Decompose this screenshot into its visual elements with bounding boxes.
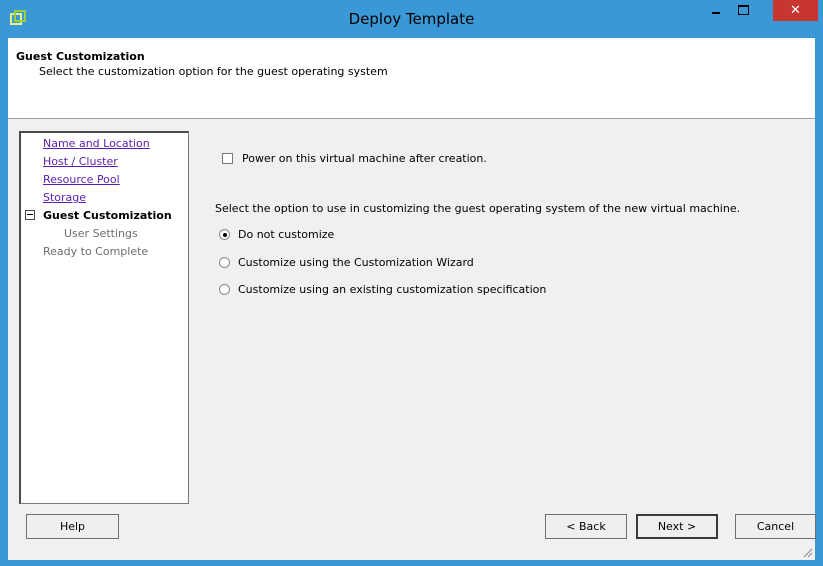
- next-button[interactable]: Next >: [636, 514, 718, 539]
- option-do-not-customize-label[interactable]: Do not customize: [238, 228, 334, 241]
- close-button[interactable]: ✕: [773, 0, 818, 21]
- content-panel: Power on this virtual machine after crea…: [192, 131, 815, 504]
- cancel-button[interactable]: Cancel: [735, 514, 816, 539]
- radio-customization-wizard[interactable]: [219, 257, 230, 268]
- title-bar[interactable]: Deploy Template ✕: [0, 0, 823, 38]
- option-customization-wizard-label[interactable]: Customize using the Customization Wizard: [238, 256, 474, 269]
- option-existing-specification-label[interactable]: Customize using an existing customizatio…: [238, 283, 546, 296]
- collapse-icon[interactable]: [25, 210, 35, 220]
- radio-existing-specification[interactable]: [219, 284, 230, 295]
- maximize-button[interactable]: [730, 0, 756, 21]
- instruction-text: Select the option to use in customizing …: [215, 202, 741, 215]
- window-title: Deploy Template: [348, 10, 475, 28]
- step-name-and-location[interactable]: Name and Location: [43, 137, 150, 150]
- page-title: Guest Customization: [16, 50, 145, 63]
- page-subtitle: Select the customization option for the …: [39, 65, 388, 78]
- deploy-template-window: Deploy Template ✕ Guest Customization Se…: [0, 0, 823, 566]
- step-guest-customization[interactable]: Guest Customization: [43, 209, 172, 222]
- resize-grip-icon[interactable]: [801, 546, 813, 558]
- wizard-header: Guest Customization Select the customiza…: [8, 38, 815, 119]
- radio-do-not-customize[interactable]: [219, 229, 230, 240]
- step-storage[interactable]: Storage: [43, 191, 86, 204]
- wizard-steps-panel: Name and Location Host / Cluster Resourc…: [19, 131, 189, 504]
- step-host-cluster[interactable]: Host / Cluster: [43, 155, 118, 168]
- step-ready-to-complete: Ready to Complete: [43, 245, 149, 258]
- power-on-checkbox[interactable]: [222, 153, 233, 164]
- wizard-client-area: Guest Customization Select the customiza…: [8, 38, 816, 560]
- help-button[interactable]: Help: [26, 514, 119, 539]
- step-user-settings: User Settings: [64, 227, 138, 240]
- minimize-button[interactable]: [703, 0, 729, 21]
- step-resource-pool[interactable]: Resource Pool: [43, 173, 120, 186]
- close-icon: ✕: [790, 3, 801, 18]
- back-button[interactable]: < Back: [545, 514, 627, 539]
- power-on-label[interactable]: Power on this virtual machine after crea…: [242, 152, 487, 165]
